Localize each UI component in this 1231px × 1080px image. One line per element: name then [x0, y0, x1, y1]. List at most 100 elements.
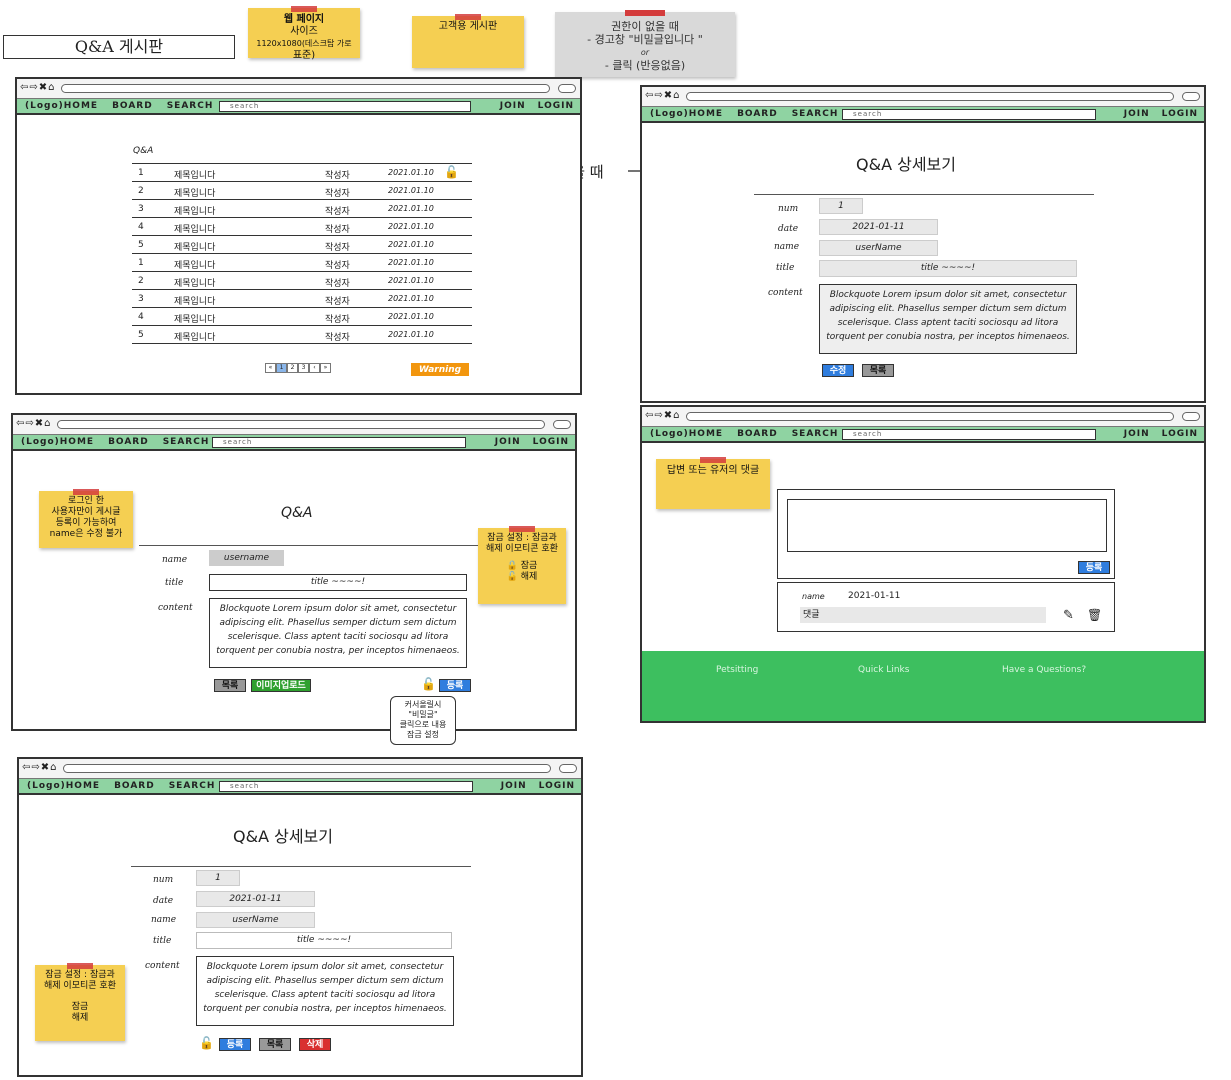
- nav-arrows-icon[interactable]: ⇦⇨✖⌂: [22, 762, 57, 773]
- url-bar[interactable]: [61, 84, 550, 93]
- detail-window: ⇦⇨✖⌂ (Logo)HOME BOARD SEARCH search JOIN LO…: [640, 85, 1206, 403]
- nav-search[interactable]: SEARCH: [167, 101, 214, 111]
- nav-home[interactable]: (Logo)HOME: [650, 109, 723, 119]
- table-row[interactable]: 2 제목입니다 작성자 2021.01.10: [132, 272, 472, 290]
- table-row[interactable]: 3 제목입니다 작성자 2021.01.10: [132, 290, 472, 308]
- nav-board[interactable]: BOARD: [108, 437, 149, 447]
- table-row[interactable]: 5 제목입니다 작성자 2021.01.10: [132, 236, 472, 254]
- note-login-only: 로그인 한 사용자만이 게시글 등록이 가능하여 name은 수정 불가: [39, 489, 133, 548]
- table-row[interactable]: 5 제목입니다 작성자 2021.01.10: [132, 326, 472, 344]
- table-row[interactable]: 1 제목입니다 작성자 2021.01.10: [132, 254, 472, 272]
- url-bar[interactable]: [57, 420, 545, 429]
- register-button[interactable]: 등록: [439, 679, 471, 692]
- nav-arrows-icon[interactable]: ⇦⇨✖⌂: [645, 90, 680, 101]
- nav-login[interactable]: LOGIN: [533, 437, 569, 447]
- label-content: content: [158, 603, 193, 613]
- table-row[interactable]: 1 제목입니다 작성자 2021.01.10 🔓: [132, 164, 472, 182]
- list-button[interactable]: 목록: [259, 1038, 291, 1051]
- lock-icon[interactable]: 🔓: [421, 677, 436, 691]
- nav-home[interactable]: (Logo)HOME: [25, 101, 98, 111]
- browser-menu-icon[interactable]: [558, 84, 576, 93]
- label-content: content: [768, 288, 803, 298]
- nav-join[interactable]: JOIN: [1124, 429, 1150, 439]
- comment-textarea[interactable]: [787, 499, 1107, 552]
- page-1[interactable]: 1: [276, 363, 287, 373]
- edit-pencil-icon[interactable]: ✎: [1063, 608, 1074, 623]
- nav-login[interactable]: LOGIN: [538, 101, 574, 111]
- nav-login[interactable]: LOGIN: [1162, 109, 1198, 119]
- footer-links: Quick Links: [858, 665, 910, 675]
- search-input[interactable]: search: [219, 101, 471, 112]
- register-button[interactable]: 등록: [1078, 561, 1110, 574]
- navbar: (Logo)HOME BOARD SEARCH search JOIN LOGIN: [642, 107, 1204, 123]
- nav-arrows-icon[interactable]: ⇦⇨✖⌂: [645, 410, 680, 421]
- table-row[interactable]: 4 제목입니다 작성자 2021.01.10: [132, 218, 472, 236]
- search-input[interactable]: search: [219, 781, 473, 792]
- nav-join[interactable]: JOIN: [1124, 109, 1150, 119]
- comment-item: name 2021-01-11 댓글 ✎ 🗑: [777, 582, 1115, 632]
- nav-arrows-icon[interactable]: ⇦⇨✖⌂: [20, 82, 55, 93]
- nav-board[interactable]: BOARD: [737, 429, 778, 439]
- divider: [131, 866, 471, 867]
- table-row[interactable]: 2 제목입니다 작성자 2021.01.10: [132, 182, 472, 200]
- lock-open-icon: 🔓: [506, 572, 518, 582]
- nav-search[interactable]: SEARCH: [163, 437, 210, 447]
- lock-open-icon[interactable]: 🔓: [199, 1036, 214, 1050]
- nav-arrows-icon[interactable]: ⇦⇨✖⌂: [16, 418, 51, 429]
- comment-form: 등록: [777, 489, 1115, 579]
- browser-chrome: ⇦⇨✖⌂: [19, 759, 581, 779]
- nav-search[interactable]: SEARCH: [792, 429, 839, 439]
- browser-menu-icon[interactable]: [559, 764, 577, 773]
- list-window: ⇦⇨✖⌂ (Logo)HOME BOARD SEARCH search JOIN LO…: [15, 77, 582, 395]
- page-2[interactable]: 2: [287, 363, 298, 373]
- browser-menu-icon[interactable]: [553, 420, 571, 429]
- search-input[interactable]: search: [842, 109, 1096, 120]
- warning-button[interactable]: Warning: [411, 363, 469, 376]
- nav-join[interactable]: JOIN: [495, 437, 521, 447]
- page-first[interactable]: «: [265, 363, 276, 373]
- register-button[interactable]: 등록: [219, 1038, 251, 1051]
- nav-login[interactable]: LOGIN: [539, 781, 575, 791]
- page-prev[interactable]: ‹: [309, 363, 320, 373]
- browser-menu-icon[interactable]: [1182, 92, 1200, 101]
- detail-heading: Q&A 상세보기: [233, 827, 333, 846]
- nav-home[interactable]: (Logo)HOME: [21, 437, 94, 447]
- nav-board[interactable]: BOARD: [112, 101, 153, 111]
- nav-home[interactable]: (Logo)HOME: [27, 781, 100, 791]
- nav-home[interactable]: (Logo)HOME: [650, 429, 723, 439]
- list-button[interactable]: 목록: [214, 679, 246, 692]
- search-input[interactable]: search: [842, 429, 1096, 440]
- footer-brand: Petsitting: [716, 665, 759, 675]
- nav-login[interactable]: LOGIN: [1162, 429, 1198, 439]
- nav-board[interactable]: BOARD: [737, 109, 778, 119]
- list-table: 1 제목입니다 작성자 2021.01.10 🔓 2 제목입니다 작성자 2021.01.10…: [132, 163, 472, 344]
- url-bar[interactable]: [686, 412, 1174, 421]
- search-input[interactable]: search: [212, 437, 466, 448]
- comment-text: 댓글: [800, 607, 1046, 623]
- navbar: (Logo)HOME BOARD SEARCH search JOIN LOGIN: [642, 427, 1204, 443]
- table-row[interactable]: 4 제목입니다 작성자 2021.01.10: [132, 308, 472, 326]
- title-input[interactable]: title ~~~~!: [209, 574, 467, 591]
- browser-chrome: ⇦⇨✖⌂: [642, 407, 1204, 427]
- page-3[interactable]: 3: [298, 363, 309, 373]
- content-input[interactable]: Blockquote Lorem ipsum dolor sit amet, c…: [209, 598, 467, 668]
- page-last[interactable]: »: [320, 363, 331, 373]
- browser-menu-icon[interactable]: [1182, 412, 1200, 421]
- nav-board[interactable]: BOARD: [114, 781, 155, 791]
- edit-button[interactable]: 수정: [822, 364, 854, 377]
- label-name: name: [774, 242, 800, 252]
- label-title: title: [153, 936, 172, 946]
- lock-icon[interactable]: 🔓: [444, 165, 459, 179]
- url-bar[interactable]: [63, 764, 551, 773]
- image-upload-button[interactable]: 이미지업로드: [251, 679, 311, 692]
- nav-search[interactable]: SEARCH: [169, 781, 216, 791]
- trash-icon[interactable]: 🗑: [1087, 608, 1102, 622]
- url-bar[interactable]: [686, 92, 1174, 101]
- table-row[interactable]: 3 제목입니다 작성자 2021.01.10: [132, 200, 472, 218]
- nav-join[interactable]: JOIN: [500, 101, 526, 111]
- site-footer: Petsitting Quick Links Have a Questions?: [642, 651, 1204, 721]
- nav-join[interactable]: JOIN: [501, 781, 527, 791]
- nav-search[interactable]: SEARCH: [792, 109, 839, 119]
- delete-button[interactable]: 삭제: [299, 1038, 331, 1051]
- list-button[interactable]: 목록: [862, 364, 894, 377]
